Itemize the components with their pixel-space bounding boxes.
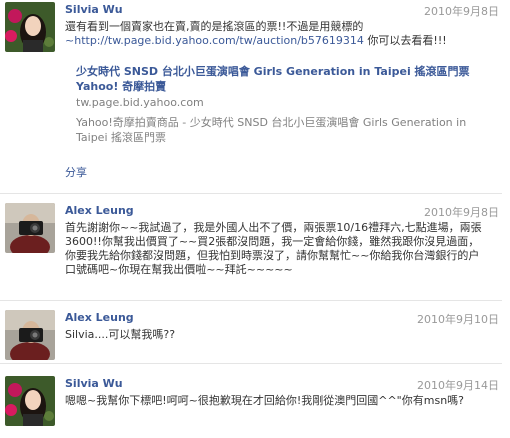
profile-photo-male-icon xyxy=(5,310,55,360)
link-attachment: 少女時代 SNSD 台北小巨蛋演唱會 Girls Generation in T… xyxy=(76,64,491,145)
message-thread: Silvia Wu 2010年9月8日 還有看到一個賣家也在賣,賣的是搖滾區的票… xyxy=(0,0,510,438)
post-timestamp: 2010年9月8日 xyxy=(424,5,499,18)
attachment-title[interactable]: 少女時代 SNSD 台北小巨蛋演唱會 Girls Generation in T… xyxy=(76,64,491,94)
message-text: 還有看到一個賣家也在賣,賣的是搖滾區的票!!不過是用競標的 xyxy=(65,20,364,33)
share-button[interactable]: 分享 xyxy=(65,164,87,180)
author-name[interactable]: Silvia Wu xyxy=(65,377,123,390)
author-name[interactable]: Alex Leung xyxy=(65,204,134,217)
message-body: Silvia....可以幫我嗎?? xyxy=(65,328,176,341)
avatar[interactable] xyxy=(5,376,55,426)
avatar[interactable] xyxy=(5,310,55,360)
attachment-description: Yahoo!奇摩拍賣商品 - 少女時代 SNSD 台北小巨蛋演唱會 Girls … xyxy=(76,116,467,144)
attachment-host: tw.page.bid.yahoo.com xyxy=(76,96,204,109)
post-timestamp: 2010年9月14日 xyxy=(417,379,499,392)
profile-photo-female-icon xyxy=(5,2,55,52)
message-body: 還有看到一個賣家也在賣,賣的是搖滾區的票!!不過是用競標的 ~http://tw.… xyxy=(65,20,490,48)
message-post: Silvia Wu 2010年9月14日 嗯嗯~我幫你下標吧!呵呵~很抱歉現在才… xyxy=(0,374,502,436)
message-post: Alex Leung 2010年9月10日 Silvia....可以幫我嗎?? xyxy=(0,308,502,364)
auction-link[interactable]: ~http://tw.page.bid.yahoo.com/tw/auction… xyxy=(65,34,364,47)
message-post: Silvia Wu 2010年9月8日 還有看到一個賣家也在賣,賣的是搖滾區的票… xyxy=(0,0,502,194)
avatar[interactable] xyxy=(5,2,55,52)
post-timestamp: 2010年9月10日 xyxy=(417,313,499,326)
avatar[interactable] xyxy=(5,203,55,253)
message-body: 首先謝謝你~~我試過了，我是外國人出不了價，兩張票10/16禮拜六,七點進場，兩… xyxy=(65,221,482,276)
message-body: 嗯嗯~我幫你下標吧!呵呵~很抱歉現在才回給你!我剛從澳門回國^^"你有msn嗎? xyxy=(65,394,465,407)
author-name[interactable]: Silvia Wu xyxy=(65,3,123,16)
profile-photo-female-icon xyxy=(5,376,55,426)
author-name[interactable]: Alex Leung xyxy=(65,311,134,324)
post-timestamp: 2010年9月8日 xyxy=(424,206,499,219)
message-text-tail: 你可以去看看!!! xyxy=(363,34,447,47)
message-post: Alex Leung 2010年9月8日 首先謝謝你~~我試過了，我是外國人出不… xyxy=(0,201,502,301)
profile-photo-male-icon xyxy=(5,203,55,253)
